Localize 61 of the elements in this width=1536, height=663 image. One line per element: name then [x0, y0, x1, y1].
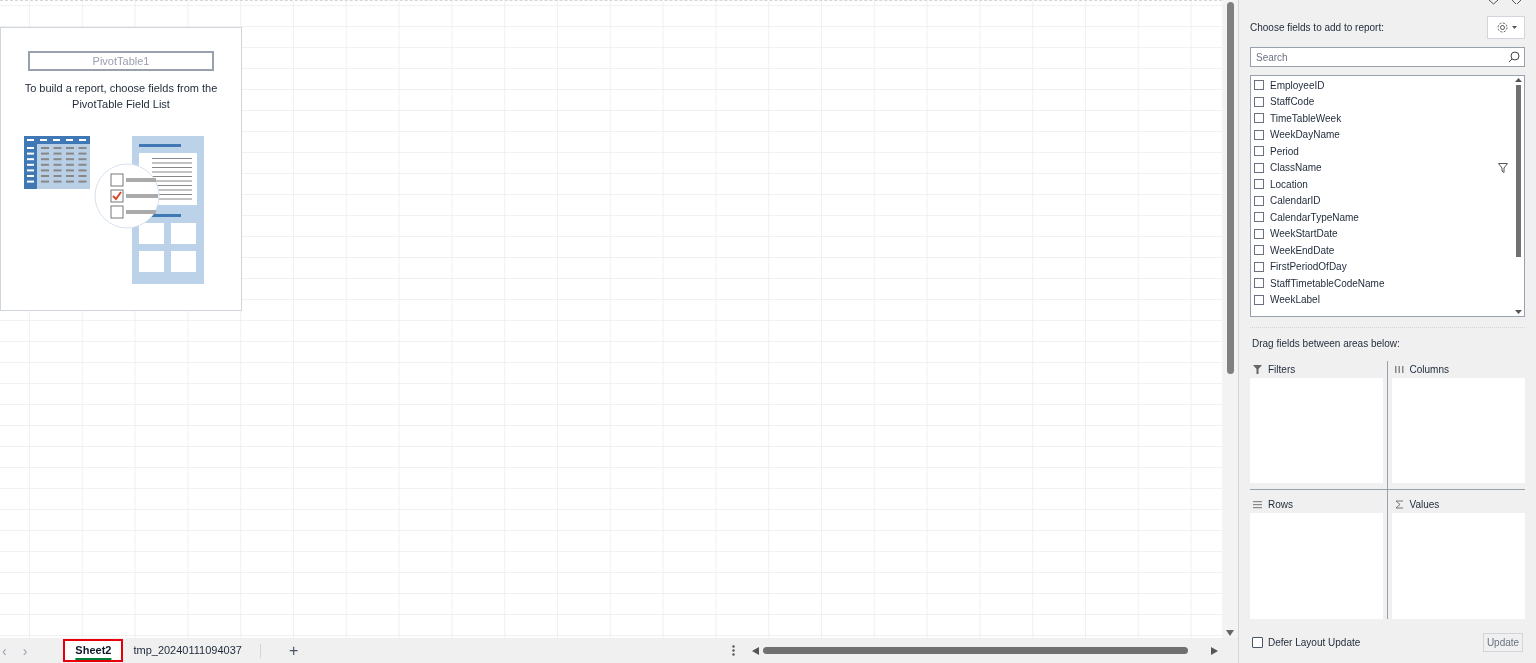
field-name[interactable]: CalendarID [1270, 193, 1508, 209]
close-icon[interactable] [1512, 0, 1521, 5]
field-name[interactable]: StaffTimetableCodeName [1270, 275, 1508, 291]
sheet-tab[interactable]: Sheet2 [63, 639, 124, 662]
search-icon [1508, 51, 1520, 63]
area-label: Filters [1268, 362, 1296, 377]
defer-label: Defer Layout Update [1268, 636, 1361, 650]
settings-button[interactable] [1487, 16, 1525, 39]
sheet-tab[interactable]: tmp_20240111094037 [123, 639, 252, 662]
scroll-right-icon[interactable] [1211, 646, 1218, 655]
more-options-icon[interactable] [732, 645, 735, 656]
scroll-down-icon[interactable] [1514, 310, 1522, 314]
field-checkbox[interactable] [1254, 162, 1264, 173]
field-checkbox[interactable] [1254, 146, 1264, 157]
field-name[interactable]: WeekStartDate [1270, 226, 1508, 242]
search-field[interactable]: Search [1250, 47, 1525, 67]
field-name[interactable]: WeekEndDate [1270, 242, 1508, 258]
rows-icon [1253, 499, 1262, 509]
field-checkbox[interactable] [1254, 278, 1264, 289]
field-checkbox[interactable] [1254, 294, 1264, 305]
pivot-instructions: To build a report, choose fields from the PivotTable Field List [23, 81, 219, 112]
field-name[interactable]: CalendarTypeName [1270, 209, 1508, 225]
scroll-down-icon[interactable] [1226, 630, 1234, 636]
list-scrollbar-thumb[interactable] [1515, 85, 1521, 257]
field-checkbox[interactable] [1254, 129, 1264, 140]
columns-icon [1394, 364, 1404, 374]
field-checkbox[interactable] [1254, 245, 1264, 256]
scroll-left-icon[interactable] [752, 646, 759, 655]
field-checkbox[interactable] [1254, 113, 1264, 124]
field-checkbox[interactable] [1254, 96, 1264, 107]
defer-checkbox[interactable] [1252, 637, 1263, 648]
field-checkbox[interactable] [1254, 261, 1264, 272]
horizontal-scrollbar-thumb[interactable] [763, 647, 1188, 654]
field-name[interactable]: TimeTableWeek [1270, 110, 1508, 126]
area-label: Values [1409, 497, 1440, 512]
field-name[interactable]: EmployeeID [1270, 77, 1508, 93]
field-checkbox[interactable] [1254, 212, 1264, 223]
field-name[interactable]: Period [1270, 143, 1508, 159]
area-label: Columns [1409, 362, 1449, 377]
field-checkbox[interactable] [1254, 179, 1264, 190]
vertical-scrollbar-thumb[interactable] [1226, 2, 1234, 374]
pane-prompt: Choose fields to add to report: [1250, 21, 1384, 35]
field-name[interactable]: WeekDayName [1270, 127, 1508, 143]
area-label: Rows [1268, 497, 1293, 512]
field-name[interactable]: ClassName [1270, 160, 1498, 176]
sigma-icon [1394, 499, 1404, 509]
areas-prompt: Drag fields between areas below: [1252, 337, 1401, 351]
dropdown-icon[interactable] [1489, 0, 1498, 5]
scroll-up-icon[interactable] [1514, 78, 1522, 82]
field-name[interactable]: FirstPeriodOfDay [1270, 259, 1508, 275]
filter-icon [1253, 364, 1262, 374]
add-sheet-button[interactable]: + [288, 638, 299, 663]
field-name[interactable]: Location [1270, 176, 1508, 192]
caret-icon [1511, 26, 1517, 29]
field-checkbox[interactable] [1254, 80, 1264, 91]
field-name[interactable]: StaffCode [1270, 94, 1508, 110]
settings-icon [1495, 21, 1509, 34]
field-name[interactable]: WeekLabel [1270, 292, 1508, 308]
field-checkbox[interactable] [1254, 195, 1264, 206]
pivot-name-field: PivotTable1 [28, 51, 214, 71]
field-checkbox[interactable] [1254, 228, 1264, 239]
